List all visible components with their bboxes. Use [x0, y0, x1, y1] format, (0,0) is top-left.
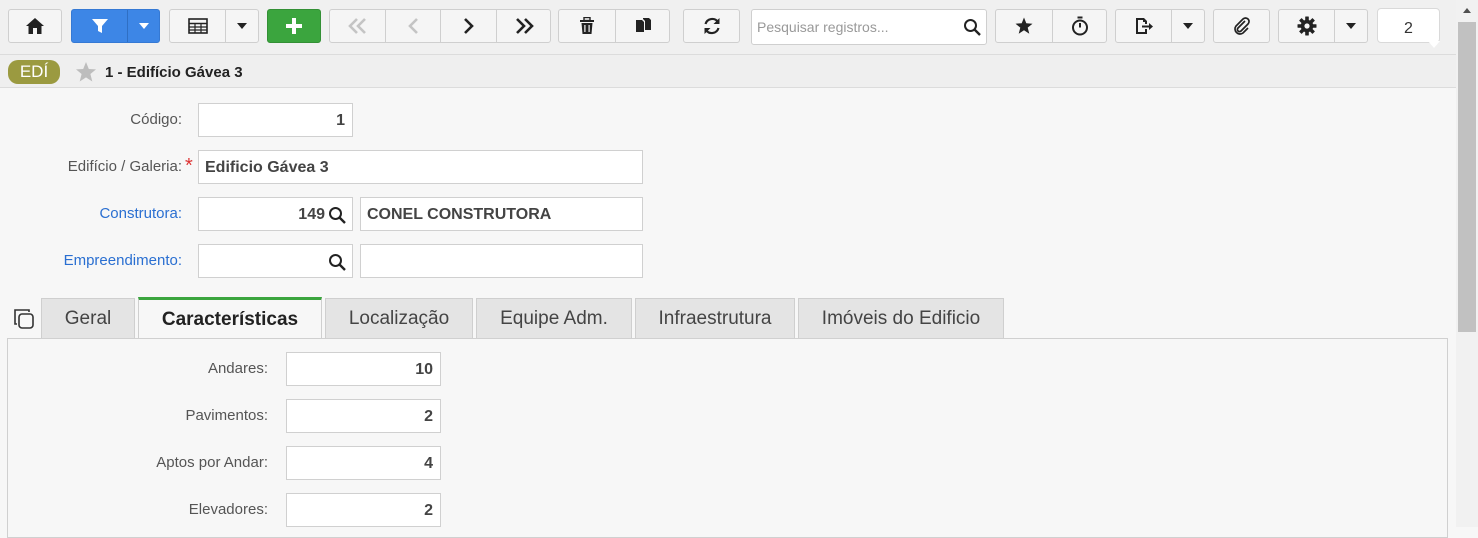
table-icon: [187, 18, 208, 34]
favorite-button[interactable]: [996, 10, 1052, 42]
last-icon: [515, 18, 534, 34]
aptos-por-andar-label: Aptos por Andar:: [156, 454, 268, 471]
edificio-value: Edificio Gávea 3: [205, 159, 329, 176]
record-counter-badge: 2: [1377, 8, 1440, 43]
export-button[interactable]: [1116, 10, 1171, 42]
scroll-up-arrow-icon[interactable]: [1463, 8, 1471, 13]
vertical-scrollbar[interactable]: [1456, 0, 1478, 527]
paperclip-icon: [1233, 17, 1250, 35]
search-icon[interactable]: [328, 206, 346, 224]
filter-icon: [91, 19, 108, 33]
tab-localizacao[interactable]: Localização: [325, 298, 473, 338]
view-button-group: [169, 9, 259, 43]
home-button[interactable]: [8, 9, 62, 43]
first-icon: [347, 18, 366, 34]
record-actions-group: [558, 9, 670, 43]
edificio-label: Edifício / Galeria:: [67, 158, 182, 175]
tab-equipe-adm[interactable]: Equipe Adm.: [476, 298, 632, 338]
chevron-down-icon: [237, 23, 247, 29]
edificio-field[interactable]: Edificio Gávea 3: [198, 150, 643, 184]
trash-icon: [580, 17, 594, 34]
andares-field[interactable]: 10: [286, 352, 441, 386]
first-record-button[interactable]: [330, 10, 385, 42]
export-dropdown-button[interactable]: [1171, 10, 1204, 42]
elevadores-label: Elevadores:: [188, 501, 268, 518]
andares-value: 10: [415, 361, 433, 378]
aptos-por-andar-value: 4: [424, 455, 433, 472]
construtora-name-value: CONEL CONSTRUTORA: [367, 206, 552, 223]
tabs-area: Geral Características Localização Equipe…: [0, 297, 1456, 538]
andares-label: Andares:: [207, 360, 268, 377]
empreendimento-link[interactable]: Empreendimento:: [20, 252, 182, 269]
pavimentos-value: 2: [424, 408, 433, 425]
table-view-button[interactable]: [170, 10, 225, 42]
aptos-por-andar-field[interactable]: 4: [286, 446, 441, 480]
next-icon: [463, 18, 474, 34]
codigo-label: Código:: [130, 111, 182, 128]
record-counter-pointer: [1428, 41, 1440, 48]
settings-dropdown-button[interactable]: [1334, 10, 1367, 42]
favorite-star-icon[interactable]: [75, 61, 97, 83]
chevron-down-icon: [138, 23, 149, 29]
last-record-button[interactable]: [496, 10, 550, 42]
tab-imoveis-do-edificio[interactable]: Imóveis do Edificio: [798, 298, 1004, 338]
refresh-button[interactable]: [683, 9, 740, 43]
gear-icon: [1297, 16, 1316, 36]
copy-icon[interactable]: [12, 307, 36, 331]
caracteristicas-panel: Andares: 10 Pavimentos: 2 Aptos por Anda…: [7, 338, 1448, 538]
pavimentos-field[interactable]: 2: [286, 399, 441, 433]
duplicate-button[interactable]: [615, 10, 669, 42]
next-record-button[interactable]: [440, 10, 496, 42]
chevron-down-icon: [1183, 23, 1193, 29]
record-title-bar: EDÍ 1 - Edifício Gávea 3: [0, 54, 1456, 88]
chevron-down-icon: [1346, 23, 1356, 29]
settings-button[interactable]: [1279, 10, 1334, 42]
tab-geral[interactable]: Geral: [41, 298, 135, 338]
construtora-code-field[interactable]: 149: [198, 197, 353, 231]
tab-caracteristicas[interactable]: Características: [138, 297, 322, 339]
star-icon: [1015, 17, 1033, 34]
codigo-value: 1: [336, 112, 345, 129]
search-icon[interactable]: [328, 253, 346, 271]
filter-button-group: [71, 9, 160, 43]
tab-infraestrutura[interactable]: Infraestrutura: [635, 298, 795, 338]
pavimentos-label: Pavimentos:: [185, 407, 268, 424]
filter-dropdown-button[interactable]: [127, 10, 159, 42]
search-box: [751, 9, 987, 45]
export-button-group: [1115, 9, 1205, 43]
filter-button[interactable]: [72, 10, 127, 42]
search-icon[interactable]: [963, 18, 981, 36]
timer-icon: [1071, 16, 1088, 36]
attachments-button[interactable]: [1213, 9, 1270, 43]
required-asterisk: *: [185, 155, 193, 177]
prev-icon: [408, 18, 418, 34]
toolbar: 2: [0, 0, 1456, 54]
prev-record-button[interactable]: [385, 10, 440, 42]
delete-button[interactable]: [559, 10, 615, 42]
export-icon: [1135, 18, 1153, 34]
favorites-group: [995, 9, 1107, 43]
search-input[interactable]: [752, 10, 952, 44]
elevadores-field[interactable]: 2: [286, 493, 441, 527]
add-record-button[interactable]: [267, 9, 321, 43]
elevadores-value: 2: [424, 502, 433, 519]
empreendimento-code-field[interactable]: [198, 244, 353, 278]
empreendimento-name-field[interactable]: [360, 244, 643, 278]
scrollbar-thumb[interactable]: [1458, 22, 1476, 332]
home-icon: [26, 18, 44, 34]
codigo-field[interactable]: 1: [198, 103, 353, 137]
record-title: 1 - Edifício Gávea 3: [105, 64, 243, 81]
refresh-icon: [703, 17, 720, 35]
settings-button-group: [1278, 9, 1368, 43]
plus-icon: [286, 18, 302, 34]
construtora-code-value: 149: [298, 206, 325, 223]
record-type-tag: EDÍ: [8, 60, 60, 84]
navigation-button-group: [329, 9, 551, 43]
construtora-link[interactable]: Construtora:: [40, 205, 182, 222]
timer-button[interactable]: [1052, 10, 1106, 42]
copy-icon: [635, 18, 651, 32]
view-dropdown-button[interactable]: [225, 10, 258, 42]
construtora-name-field[interactable]: CONEL CONSTRUTORA: [360, 197, 643, 231]
